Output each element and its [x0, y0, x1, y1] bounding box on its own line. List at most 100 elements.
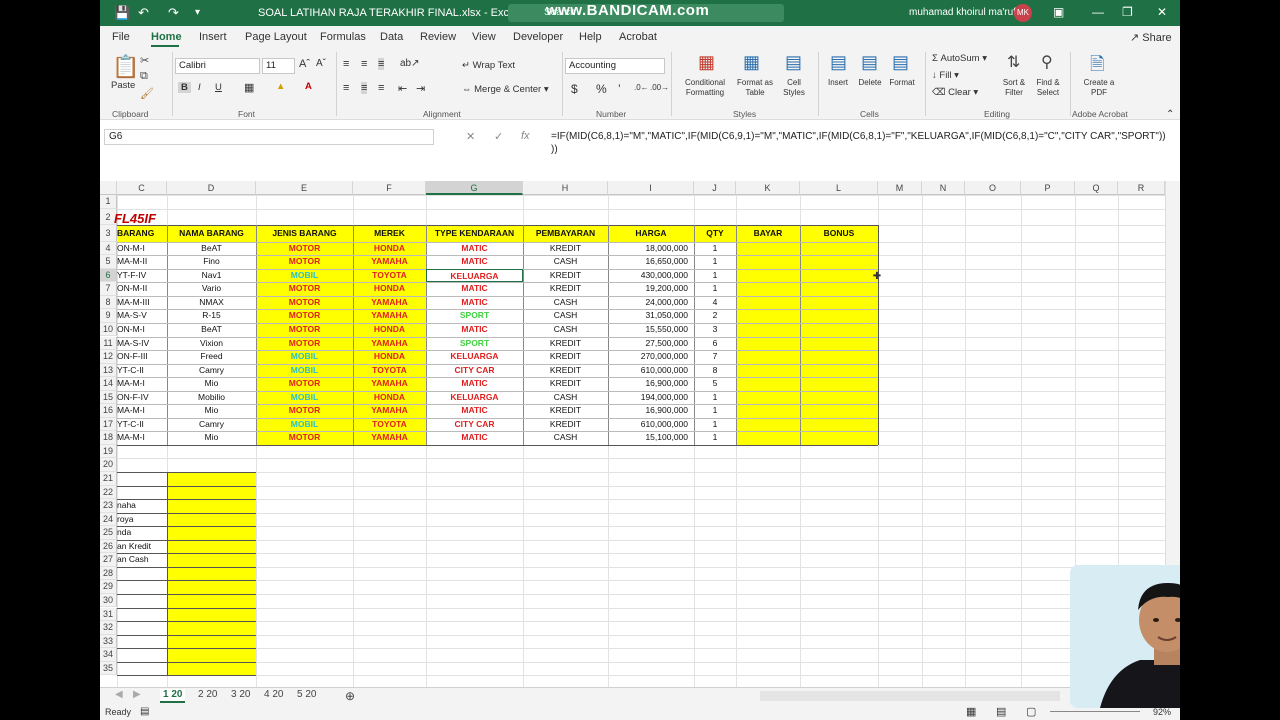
row-header[interactable]: 14	[100, 377, 117, 391]
table-cell[interactable]: MATIC	[426, 404, 523, 418]
table-cell[interactable]: MATIC	[426, 255, 523, 269]
column-header-k[interactable]: K	[736, 181, 800, 195]
table-cell[interactable]: YT-F-IV	[117, 269, 167, 283]
top-align-icon[interactable]: ≡	[343, 58, 349, 70]
table-cell[interactable]: MATIC	[426, 323, 523, 337]
row-header[interactable]: 9	[100, 309, 117, 323]
row-header[interactable]: 23	[100, 499, 117, 513]
row-header[interactable]: 13	[100, 363, 117, 378]
summary-label-cell[interactable]	[117, 580, 167, 594]
summary-label-cell[interactable]	[117, 472, 167, 486]
table-header-cell[interactable]: PEMBAYARAN	[523, 225, 608, 242]
column-header-j[interactable]: J	[694, 181, 736, 195]
page-break-view-icon[interactable]: ▢	[1026, 705, 1036, 718]
table-cell[interactable]: MOTOR	[256, 242, 353, 256]
page-layout-view-icon[interactable]: ▤	[996, 705, 1006, 718]
table-cell[interactable]: ON-M-II	[117, 282, 167, 296]
tab-home[interactable]: Home	[151, 31, 182, 43]
sort-filter-button[interactable]: Sort & Filter	[997, 78, 1031, 98]
summary-label-cell[interactable]: roya	[117, 513, 167, 527]
table-cell[interactable]: 31,050,000	[608, 309, 694, 323]
summary-label-cell[interactable]	[117, 621, 167, 635]
table-cell[interactable]: 1	[694, 431, 736, 445]
normal-view-icon[interactable]: ▦	[966, 705, 976, 718]
table-header-cell[interactable]: TYPE KENDARAAN	[426, 225, 523, 242]
table-cell[interactable]: 1	[694, 282, 736, 296]
cell-styles-icon[interactable]: ▤	[785, 52, 802, 73]
summary-label-cell[interactable]: an Kredit	[117, 540, 167, 554]
table-cell[interactable]: MOTOR	[256, 282, 353, 296]
table-cell[interactable]: YAMAHA	[353, 431, 426, 445]
table-cell[interactable]: Mobilio	[167, 391, 256, 405]
table-cell[interactable]: MOBIL	[256, 350, 353, 364]
tab-developer[interactable]: Developer	[513, 31, 563, 43]
column-header-g[interactable]: G	[426, 181, 523, 195]
zoom-level[interactable]: 92%	[1153, 707, 1171, 717]
table-cell[interactable]: ON-F-IV	[117, 391, 167, 405]
table-cell[interactable]: MATIC	[426, 431, 523, 445]
percent-icon[interactable]: %	[596, 82, 607, 96]
table-cell[interactable]: YT-C-II	[117, 364, 167, 378]
table-cell[interactable]: HONDA	[353, 282, 426, 296]
conditional-formatting-icon[interactable]: ▦	[698, 52, 715, 73]
table-header-cell[interactable]: JENIS BARANG	[256, 225, 353, 242]
table-cell[interactable]: 1	[694, 404, 736, 418]
row-header[interactable]: 33	[100, 634, 117, 649]
table-cell[interactable]: 27,500,000	[608, 337, 694, 351]
create-pdf-button[interactable]: Create a PDF	[1076, 78, 1122, 98]
table-cell[interactable]: MOTOR	[256, 296, 353, 310]
table-cell[interactable]: Vixion	[167, 337, 256, 351]
row-header[interactable]: 18	[100, 431, 117, 445]
table-cell[interactable]: MA-M-III	[117, 296, 167, 310]
insert-cells-button[interactable]: Insert	[822, 78, 854, 88]
table-header-cell[interactable]: QTY	[694, 225, 736, 242]
summary-label-cell[interactable]	[117, 662, 167, 676]
table-cell[interactable]: Nav1	[167, 269, 256, 283]
table-cell[interactable]: SPORT	[426, 337, 523, 351]
share-button[interactable]: ↗ Share	[1124, 30, 1178, 45]
sheet-prev-icon[interactable]: ◀	[112, 689, 126, 703]
delete-cells-button[interactable]: Delete	[854, 78, 886, 88]
table-cell[interactable]: 270,000,000	[608, 350, 694, 364]
add-sheet-icon[interactable]: ⊕	[342, 689, 358, 703]
table-cell[interactable]: Camry	[167, 364, 256, 378]
column-header-o[interactable]: O	[965, 181, 1021, 195]
table-cell[interactable]: 24,000,000	[608, 296, 694, 310]
table-cell[interactable]: CASH	[523, 431, 608, 445]
table-cell[interactable]: 1	[694, 255, 736, 269]
table-cell[interactable]: 610,000,000	[608, 418, 694, 432]
table-header-cell[interactable]: BAYAR	[736, 225, 800, 242]
table-cell[interactable]: YAMAHA	[353, 337, 426, 351]
table-cell[interactable]: 8	[694, 364, 736, 378]
table-cell[interactable]: MOBIL	[256, 269, 353, 283]
format-painter-icon[interactable]: 🖌	[140, 87, 154, 100]
sheet-tab[interactable]: 5 20	[294, 689, 319, 703]
table-cell[interactable]: HONDA	[353, 350, 426, 364]
worksheet-grid[interactable]: C D E F G H I J K L M N O P Q R 1 2 3 4 5 6 7 8 9 10 11 12 13 14 15 16 1…	[100, 181, 1165, 687]
table-cell[interactable]: MA-S-V	[117, 309, 167, 323]
tab-acrobat[interactable]: Acrobat	[619, 31, 657, 43]
table-cell[interactable]: KREDIT	[523, 418, 608, 432]
insert-cells-icon[interactable]: ▤	[830, 52, 847, 73]
increase-font-icon[interactable]: Aˆ	[299, 58, 310, 70]
summary-label-cell[interactable]	[117, 594, 167, 608]
table-cell[interactable]: 7	[694, 350, 736, 364]
row-header[interactable]: 16	[100, 404, 117, 418]
table-cell[interactable]: KREDIT	[523, 269, 608, 283]
row-header[interactable]: 1	[100, 195, 117, 209]
table-cell[interactable]: YT-C-II	[117, 418, 167, 432]
wrap-text-button[interactable]: ↵ Wrap Text	[462, 60, 515, 71]
decrease-decimal-icon[interactable]: .00→	[650, 83, 669, 92]
row-header[interactable]: 25	[100, 526, 117, 540]
row-header[interactable]: 31	[100, 607, 117, 622]
table-cell[interactable]: KREDIT	[523, 282, 608, 296]
fill-button[interactable]: ↓ Fill ▾	[932, 70, 959, 81]
column-header-c[interactable]: C	[117, 181, 167, 195]
table-cell[interactable]: CASH	[523, 255, 608, 269]
row-header[interactable]: 32	[100, 621, 117, 635]
decrease-font-icon[interactable]: Aˇ	[316, 58, 326, 69]
table-cell[interactable]: 18,000,000	[608, 242, 694, 256]
table-cell[interactable]: MOTOR	[256, 309, 353, 323]
table-cell[interactable]: YAMAHA	[353, 309, 426, 323]
sheet-next-icon[interactable]: ▶	[130, 689, 144, 703]
